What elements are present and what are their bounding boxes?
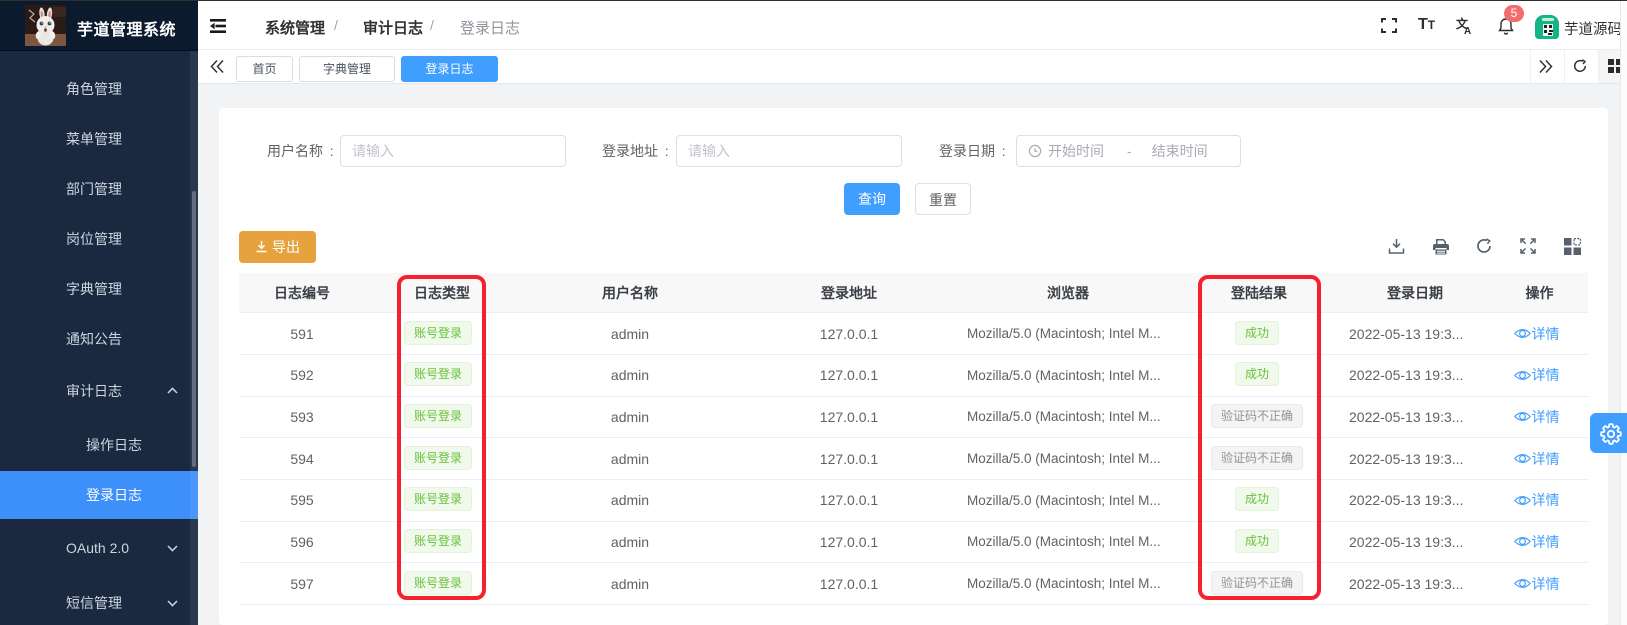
- svg-text:A: A: [1464, 26, 1471, 34]
